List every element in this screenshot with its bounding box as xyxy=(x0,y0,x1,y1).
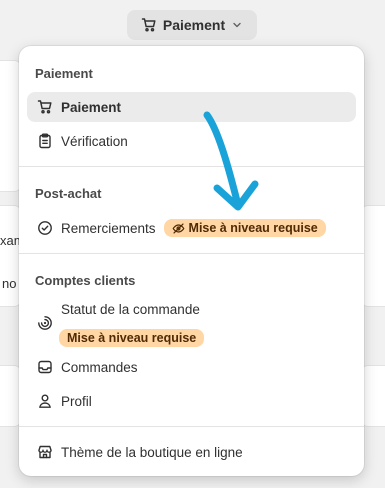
badge-label: Mise à niveau requise xyxy=(67,331,197,345)
clipboard-icon xyxy=(37,133,53,149)
divider xyxy=(19,426,364,427)
divider xyxy=(19,166,364,167)
menu-item-profil[interactable]: Profil xyxy=(27,386,356,416)
page: xam no Paiement Paiement Paiement Vérifi… xyxy=(0,0,385,488)
page-selector-dropdown: Paiement Paiement Vérification Post-acha… xyxy=(19,46,364,476)
store-icon xyxy=(37,444,53,460)
menu-item-theme-boutique[interactable]: Thème de la boutique en ligne xyxy=(27,437,356,467)
section-title-paiement: Paiement xyxy=(35,66,93,81)
person-icon xyxy=(37,393,53,409)
check-circle-icon xyxy=(37,220,53,236)
menu-item-label: Commandes xyxy=(61,359,138,375)
menu-item-verification[interactable]: Vérification xyxy=(27,126,356,156)
eye-off-icon xyxy=(172,222,185,235)
badge-label: Mise à niveau requise xyxy=(188,221,318,235)
menu-item-label: Statut de la commande xyxy=(61,302,200,317)
background-text: no xyxy=(2,276,17,291)
order-status-icon xyxy=(37,315,53,331)
section-title-comptes-clients: Comptes clients xyxy=(35,273,136,288)
divider xyxy=(19,253,364,254)
upgrade-required-badge: Mise à niveau requise xyxy=(163,219,326,237)
menu-item-label: Thème de la boutique en ligne xyxy=(61,444,243,460)
checkout-menu-button[interactable]: Paiement xyxy=(127,10,257,40)
menu-item-label: Profil xyxy=(61,393,92,409)
menu-item-label: Remerciements xyxy=(61,220,156,236)
menu-item-paiement[interactable]: Paiement xyxy=(27,92,356,122)
menu-item-commandes[interactable]: Commandes xyxy=(27,352,356,382)
cart-icon xyxy=(37,99,53,115)
section-title-post-achat: Post-achat xyxy=(35,186,102,201)
chevron-down-icon xyxy=(231,19,243,31)
upgrade-required-badge: Mise à niveau requise xyxy=(59,329,205,347)
menu-item-remerciements[interactable]: Remerciements Mise à niveau requise xyxy=(27,213,356,243)
cart-icon xyxy=(141,17,157,33)
menu-item-label: Vérification xyxy=(61,133,128,149)
inbox-icon xyxy=(37,359,53,375)
menu-item-label: Paiement xyxy=(61,99,122,115)
checkout-menu-label: Paiement xyxy=(162,17,226,33)
